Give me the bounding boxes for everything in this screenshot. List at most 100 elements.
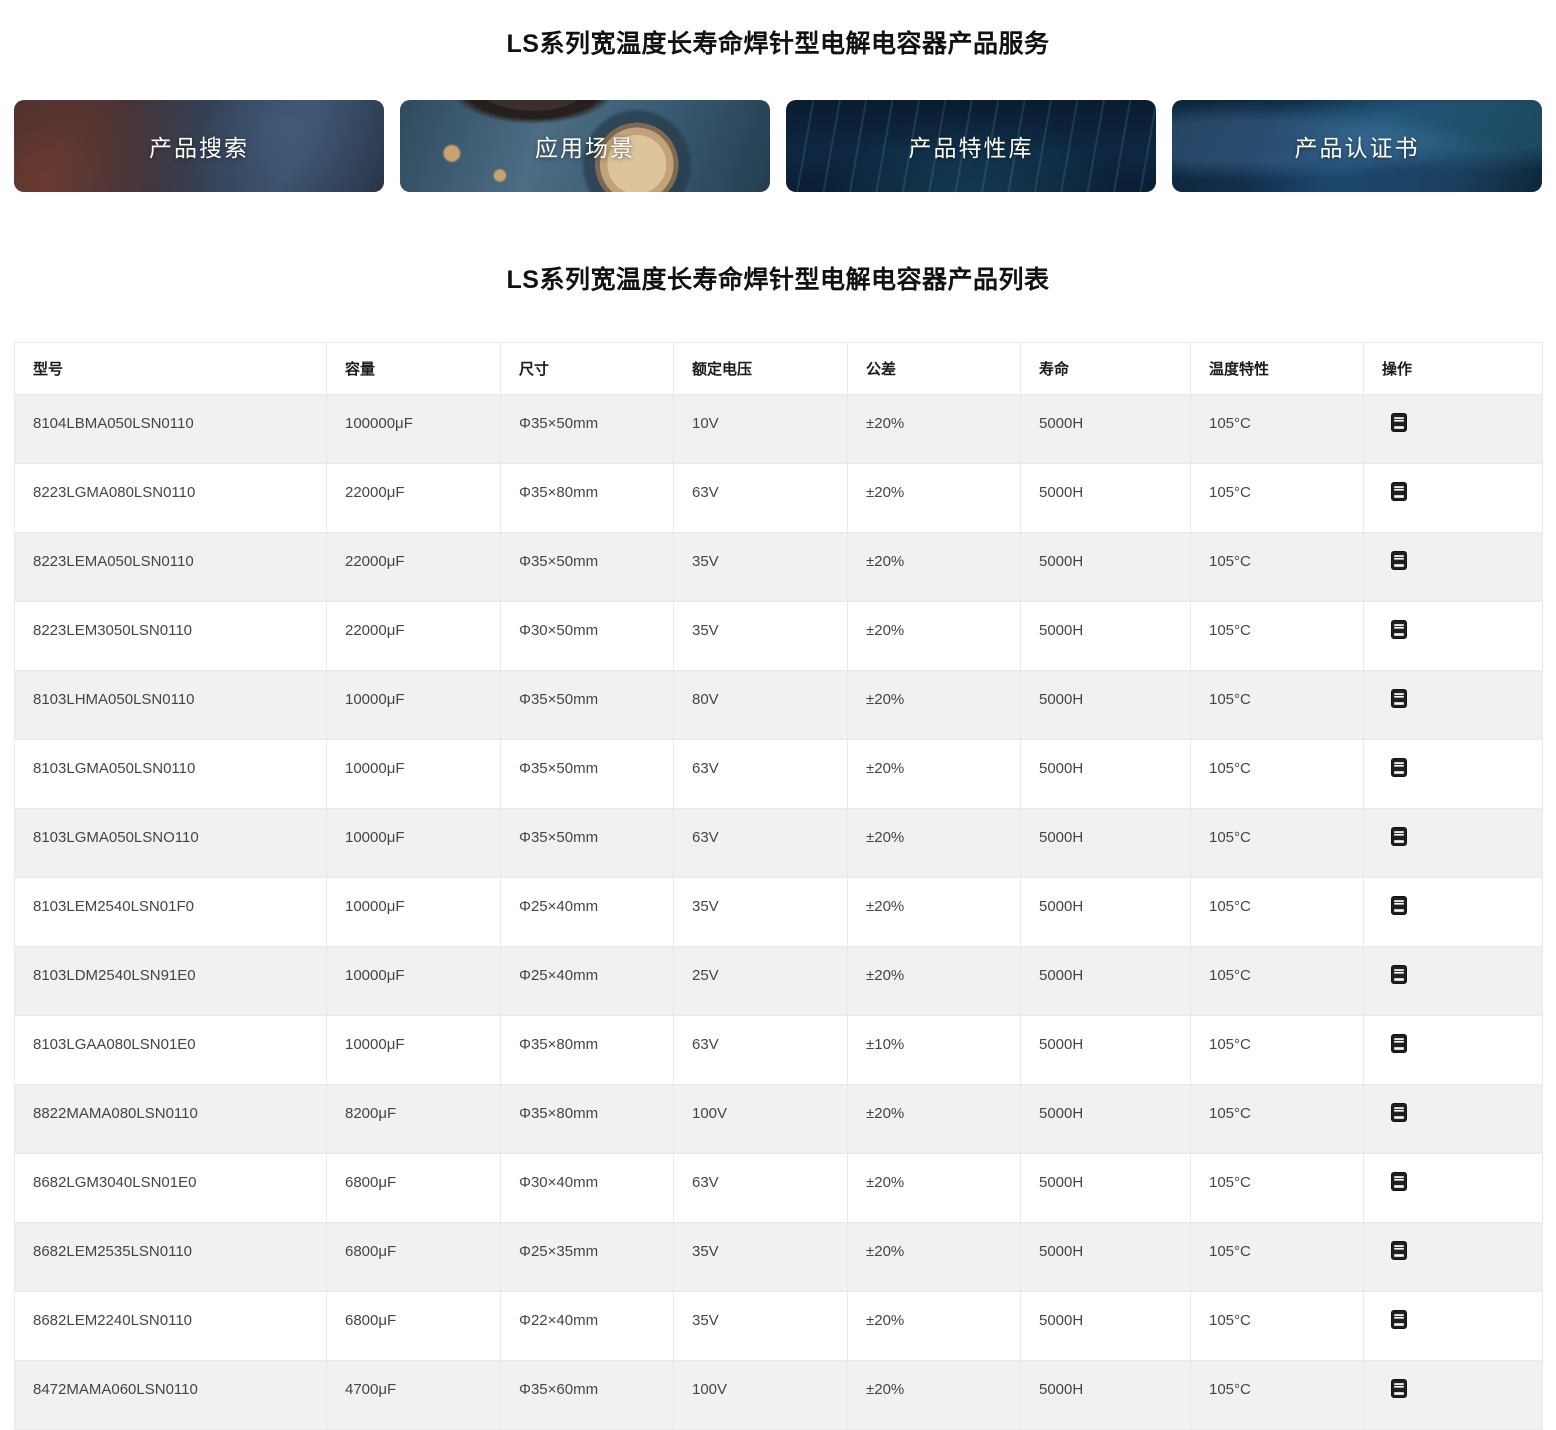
cell-size: Φ25×35mm bbox=[501, 1223, 674, 1292]
table-row: 8223LGMA080LSN011022000μFΦ35×80mm63V±20%… bbox=[15, 464, 1543, 533]
cell-size: Φ25×40mm bbox=[501, 878, 674, 947]
book-icon bbox=[1391, 965, 1407, 984]
cell-life: 5000H bbox=[1021, 947, 1191, 1016]
nav-card-product-characteristics[interactable]: 产品特性库 bbox=[786, 100, 1156, 192]
book-icon bbox=[1391, 413, 1407, 432]
cell-size: Φ35×80mm bbox=[501, 464, 674, 533]
table-row: 8103LHMA050LSN011010000μFΦ35×50mm80V±20%… bbox=[15, 671, 1543, 740]
table-row: 8103LDM2540LSN91E010000μFΦ25×40mm25V±20%… bbox=[15, 947, 1543, 1016]
cell-voltage: 80V bbox=[674, 671, 848, 740]
cell-model: 8104LBMA050LSN0110 bbox=[15, 395, 327, 464]
cell-tolerance: ±20% bbox=[848, 947, 1021, 1016]
cell-model: 8103LDM2540LSN91E0 bbox=[15, 947, 327, 1016]
cell-temp: 105°C bbox=[1191, 878, 1364, 947]
view-detail-button[interactable] bbox=[1391, 965, 1407, 984]
cell-voltage: 63V bbox=[674, 1016, 848, 1085]
nav-card-product-certificates[interactable]: 产品认证书 bbox=[1172, 100, 1542, 192]
view-detail-button[interactable] bbox=[1391, 1103, 1407, 1122]
column-header-capacity: 容量 bbox=[327, 343, 501, 395]
view-detail-button[interactable] bbox=[1391, 551, 1407, 570]
column-header-voltage: 额定电压 bbox=[674, 343, 848, 395]
cell-capacity: 8200μF bbox=[327, 1085, 501, 1154]
cell-size: Φ35×50mm bbox=[501, 809, 674, 878]
cell-voltage: 35V bbox=[674, 1292, 848, 1361]
cell-size: Φ35×60mm bbox=[501, 1361, 674, 1430]
cell-tolerance: ±20% bbox=[848, 602, 1021, 671]
cell-action bbox=[1364, 809, 1543, 878]
cell-life: 5000H bbox=[1021, 533, 1191, 602]
view-detail-button[interactable] bbox=[1391, 620, 1407, 639]
book-icon bbox=[1391, 551, 1407, 570]
cell-action bbox=[1364, 464, 1543, 533]
column-header-temperature: 温度特性 bbox=[1191, 343, 1364, 395]
cell-life: 5000H bbox=[1021, 1016, 1191, 1085]
cell-temp: 105°C bbox=[1191, 671, 1364, 740]
book-icon bbox=[1391, 758, 1407, 777]
cell-size: Φ35×50mm bbox=[501, 533, 674, 602]
cell-temp: 105°C bbox=[1191, 1085, 1364, 1154]
cell-action bbox=[1364, 1223, 1543, 1292]
nav-card-row: 产品搜索 应用场景 产品特性库 产品认证书 bbox=[14, 100, 1542, 192]
cell-capacity: 10000μF bbox=[327, 671, 501, 740]
cell-temp: 105°C bbox=[1191, 602, 1364, 671]
cell-model: 8103LGMA050LSNO110 bbox=[15, 809, 327, 878]
cell-voltage: 63V bbox=[674, 1154, 848, 1223]
cell-temp: 105°C bbox=[1191, 1361, 1364, 1430]
cell-temp: 105°C bbox=[1191, 947, 1364, 1016]
cell-capacity: 22000μF bbox=[327, 602, 501, 671]
cell-action bbox=[1364, 533, 1543, 602]
cell-life: 5000H bbox=[1021, 878, 1191, 947]
cell-capacity: 6800μF bbox=[327, 1292, 501, 1361]
table-row: 8223LEM3050LSN011022000μFΦ30×50mm35V±20%… bbox=[15, 602, 1543, 671]
cell-temp: 105°C bbox=[1191, 533, 1364, 602]
view-detail-button[interactable] bbox=[1391, 1034, 1407, 1053]
cell-size: Φ30×50mm bbox=[501, 602, 674, 671]
table-header: 型号 容量 尺寸 额定电压 公差 寿命 温度特性 操作 bbox=[15, 343, 1543, 395]
view-detail-button[interactable] bbox=[1391, 1241, 1407, 1260]
cell-tolerance: ±20% bbox=[848, 671, 1021, 740]
table-row: 8822MAMA080LSN01108200μFΦ35×80mm100V±20%… bbox=[15, 1085, 1543, 1154]
view-detail-button[interactable] bbox=[1391, 1310, 1407, 1329]
table-row: 8223LEMA050LSN011022000μFΦ35×50mm35V±20%… bbox=[15, 533, 1543, 602]
cell-tolerance: ±20% bbox=[848, 1085, 1021, 1154]
cell-voltage: 63V bbox=[674, 809, 848, 878]
cell-model: 8682LEM2240LSN0110 bbox=[15, 1292, 327, 1361]
cell-model: 8682LEM2535LSN0110 bbox=[15, 1223, 327, 1292]
cell-action bbox=[1364, 1085, 1543, 1154]
view-detail-button[interactable] bbox=[1391, 1379, 1407, 1398]
table-row: 8103LGMA050LSNO11010000μFΦ35×50mm63V±20%… bbox=[15, 809, 1543, 878]
book-icon bbox=[1391, 1241, 1407, 1260]
cell-temp: 105°C bbox=[1191, 1292, 1364, 1361]
cell-tolerance: ±20% bbox=[848, 1361, 1021, 1430]
cell-size: Φ30×40mm bbox=[501, 1154, 674, 1223]
cell-temp: 105°C bbox=[1191, 740, 1364, 809]
table-row: 8103LGAA080LSN01E010000μFΦ35×80mm63V±10%… bbox=[15, 1016, 1543, 1085]
view-detail-button[interactable] bbox=[1391, 1172, 1407, 1191]
cell-capacity: 10000μF bbox=[327, 878, 501, 947]
view-detail-button[interactable] bbox=[1391, 827, 1407, 846]
cell-tolerance: ±20% bbox=[848, 1292, 1021, 1361]
view-detail-button[interactable] bbox=[1391, 482, 1407, 501]
list-title: LS系列宽温度长寿命焊针型电解电容器产品列表 bbox=[14, 260, 1542, 296]
view-detail-button[interactable] bbox=[1391, 413, 1407, 432]
nav-card-application-scenarios[interactable]: 应用场景 bbox=[400, 100, 770, 192]
table-row: 8103LEM2540LSN01F010000μFΦ25×40mm35V±20%… bbox=[15, 878, 1543, 947]
nav-card-label: 应用场景 bbox=[535, 129, 635, 163]
cell-capacity: 22000μF bbox=[327, 533, 501, 602]
column-header-model: 型号 bbox=[15, 343, 327, 395]
nav-card-product-search[interactable]: 产品搜索 bbox=[14, 100, 384, 192]
cell-size: Φ35×50mm bbox=[501, 671, 674, 740]
column-header-size: 尺寸 bbox=[501, 343, 674, 395]
view-detail-button[interactable] bbox=[1391, 689, 1407, 708]
cell-tolerance: ±20% bbox=[848, 1223, 1021, 1292]
cell-capacity: 100000μF bbox=[327, 395, 501, 464]
nav-card-label: 产品特性库 bbox=[909, 129, 1034, 163]
cell-model: 8103LGMA050LSN0110 bbox=[15, 740, 327, 809]
cell-model: 8472MAMA060LSN0110 bbox=[15, 1361, 327, 1430]
cell-capacity: 10000μF bbox=[327, 1016, 501, 1085]
table-body: 8104LBMA050LSN0110100000μFΦ35×50mm10V±20… bbox=[15, 395, 1543, 1430]
view-detail-button[interactable] bbox=[1391, 896, 1407, 915]
cell-action bbox=[1364, 602, 1543, 671]
view-detail-button[interactable] bbox=[1391, 758, 1407, 777]
cell-life: 5000H bbox=[1021, 740, 1191, 809]
